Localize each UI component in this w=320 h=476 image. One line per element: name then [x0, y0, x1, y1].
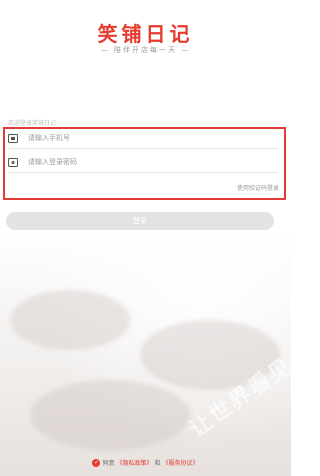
lock-icon [8, 157, 18, 167]
agreement-prefix: 同意 [102, 460, 115, 467]
app-slogan: — 陪伴开店每一天 — [100, 46, 191, 54]
agreement-row: ✓ 同意 《隐私政策》 和 《服务协议》 [0, 458, 291, 467]
background-fabric-fold [10, 290, 130, 350]
phone-field[interactable] [8, 128, 278, 149]
privacy-policy-link[interactable]: 《隐私政策》 [116, 458, 152, 467]
agreement-and: 和 [154, 460, 161, 467]
background-photo [0, 230, 291, 476]
app-logo-title: 笑铺日记 [97, 22, 194, 46]
welcome-text: 欢迎登录笑铺日记 [8, 120, 57, 127]
phone-input[interactable] [28, 134, 248, 142]
password-field[interactable] [8, 152, 278, 173]
service-agreement-link[interactable]: 《服务协议》 [163, 458, 199, 467]
password-input[interactable] [28, 158, 248, 166]
phone-icon [8, 133, 18, 143]
background-fabric-fold [30, 380, 190, 450]
code-login-link[interactable]: 使用验证码登录 [237, 183, 279, 192]
login-button[interactable]: 登录 [6, 212, 274, 230]
agree-check-icon[interactable]: ✓ [92, 458, 101, 467]
